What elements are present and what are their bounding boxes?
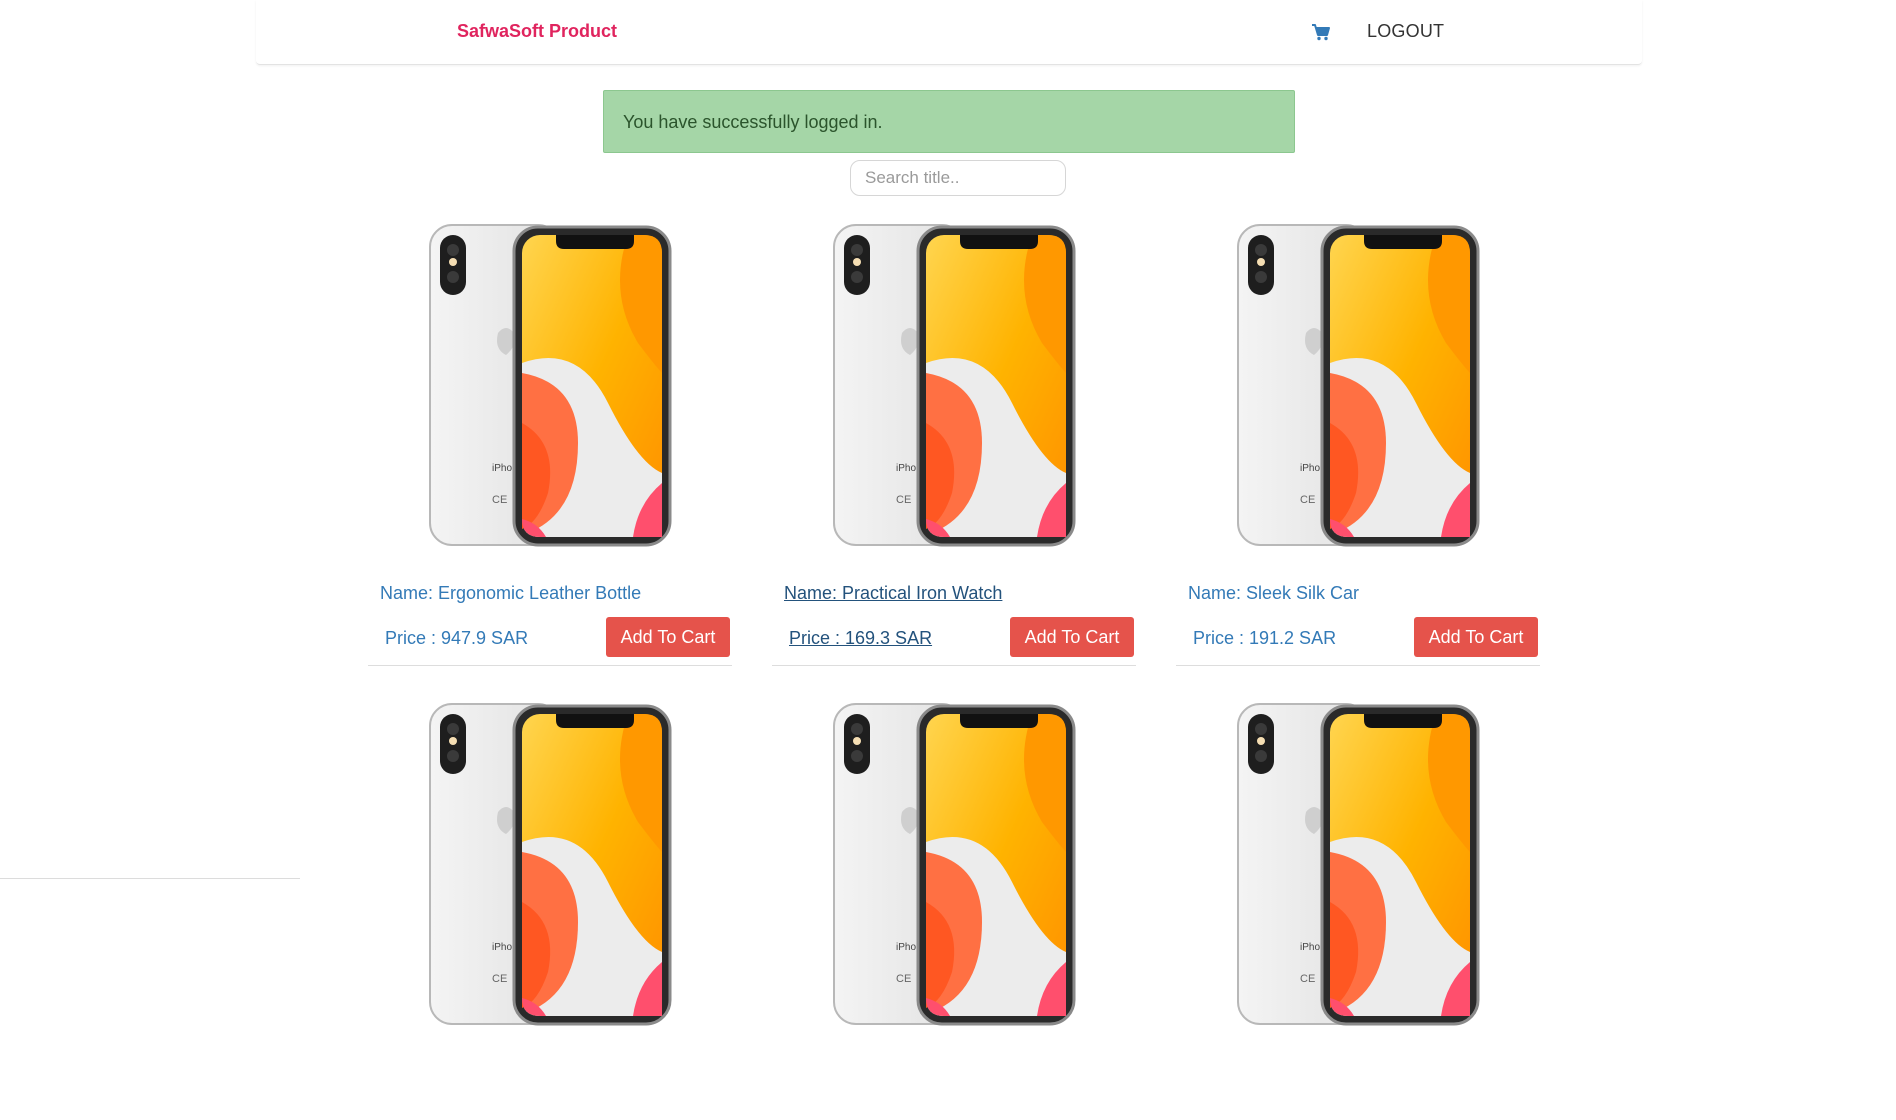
brand-link[interactable]: SafwaSoft Product: [457, 21, 617, 42]
shopping-cart-icon[interactable]: [1311, 22, 1331, 42]
card-divider: [772, 665, 1136, 666]
add-to-cart-button[interactable]: Add To Cart: [1414, 617, 1538, 657]
product-price[interactable]: Price : 947.9 SAR: [385, 628, 528, 649]
product-card: [368, 702, 732, 1120]
add-to-cart-button[interactable]: Add To Cart: [606, 617, 730, 657]
card-divider: [368, 665, 732, 666]
product-price[interactable]: Price : 191.2 SAR: [1193, 628, 1336, 649]
footer-divider: [0, 878, 300, 879]
login-success-alert: You have successfully logged in.: [603, 90, 1295, 153]
product-card: Name: Practical Iron Watch Price : 169.3…: [772, 223, 1136, 666]
product-image[interactable]: [1236, 702, 1480, 1026]
alert-message: You have successfully logged in.: [623, 112, 883, 132]
product-image[interactable]: [832, 702, 1076, 1026]
product-image[interactable]: [1236, 223, 1480, 547]
product-image[interactable]: [428, 702, 672, 1026]
product-card: [772, 702, 1136, 1120]
product-card: Name: Ergonomic Leather Bottle Price : 9…: [368, 223, 732, 666]
product-image[interactable]: [428, 223, 672, 547]
top-navbar: SafwaSoft Product LOGOUT: [256, 0, 1642, 65]
add-to-cart-button[interactable]: Add To Cart: [1010, 617, 1134, 657]
product-card: [1176, 702, 1540, 1120]
card-divider: [1176, 665, 1540, 666]
product-name-link[interactable]: Name: Ergonomic Leather Bottle: [380, 583, 641, 604]
product-name-link[interactable]: Name: Sleek Silk Car: [1188, 583, 1359, 604]
product-image[interactable]: [832, 223, 1076, 547]
search-input[interactable]: [850, 160, 1066, 196]
product-price[interactable]: Price : 169.3 SAR: [789, 628, 932, 649]
product-card: Name: Sleek Silk Car Price : 191.2 SAR A…: [1176, 223, 1540, 666]
logout-link[interactable]: LOGOUT: [1367, 21, 1444, 42]
product-name-link[interactable]: Name: Practical Iron Watch: [784, 583, 1002, 604]
